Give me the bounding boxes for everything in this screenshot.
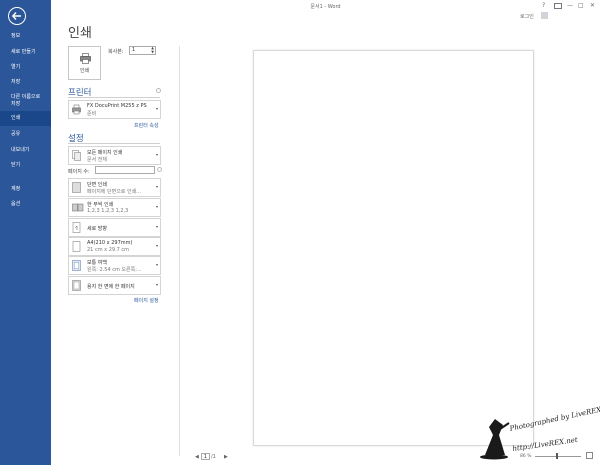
avatar[interactable]: [541, 12, 548, 19]
copies-value: 1: [132, 47, 136, 53]
back-arrow-icon[interactable]: [8, 7, 26, 25]
chevron-down-icon: [156, 154, 158, 156]
chevron-down-icon: [156, 226, 158, 228]
sidebar-item-print[interactable]: 인쇄: [0, 111, 51, 126]
pages-label: 페이지 수:: [68, 169, 90, 175]
sidebar-item-save-as-line2: 저장: [11, 100, 21, 107]
margins-dropdown[interactable]: 보통 여백 왼쪽: 2.54 cm 오른쪽:...: [68, 256, 161, 275]
prev-page-button[interactable]: ◀: [195, 454, 199, 460]
backstage-sidebar: 정보 새로 만들기 열기 저장 다른 이름으로 저장 인쇄 공유 내보내기 닫기…: [0, 0, 51, 465]
portrait-icon: [72, 222, 81, 233]
margins-value: 보통 여백: [87, 260, 107, 266]
sidebar-item-account[interactable]: 계정: [0, 182, 51, 197]
print-range-value: 모든 페이지 인쇄: [87, 150, 123, 156]
print-range-desc: 문서 전체: [87, 157, 107, 163]
pages-input[interactable]: [95, 166, 155, 174]
orientation-value: 세로 방향: [87, 226, 107, 232]
chevron-down-icon: [156, 264, 158, 266]
pages-per-sheet-value: 용지 한 면에 한 페이지: [87, 284, 135, 290]
sidebar-item-export[interactable]: 내보내기: [0, 143, 51, 158]
pages-per-sheet-icon: [72, 280, 81, 291]
sides-desc: 페이지에 단면으로 인쇄...: [87, 189, 141, 195]
paper-size-desc: 21 cm x 29.7 cm: [87, 247, 130, 253]
copies-stepper[interactable]: 1 ▲ ▼: [129, 46, 156, 55]
paper-size-value: A4(210 x 297mm): [87, 240, 133, 246]
sidebar-item-close[interactable]: 닫기: [0, 158, 51, 173]
print-preview-page: [253, 50, 534, 446]
print-button[interactable]: 인쇄: [68, 46, 101, 80]
pages-icon: [72, 150, 81, 161]
chevron-down-icon: [156, 284, 158, 286]
collate-icon: [72, 203, 84, 212]
sidebar-item-new[interactable]: 새로 만들기: [0, 45, 51, 60]
title-bar: 문서1 - Word: [51, 0, 600, 12]
margins-icon: [72, 260, 81, 271]
chevron-down-icon: [156, 108, 158, 110]
chevron-down-icon: [156, 245, 158, 247]
help-button[interactable]: ?: [542, 2, 545, 9]
sides-value: 단면 인쇄: [87, 182, 107, 188]
sidebar-item-share[interactable]: 공유: [0, 127, 51, 142]
page-count: /1: [211, 454, 216, 460]
page-setup-link[interactable]: 페이지 설정: [134, 297, 159, 304]
page-number-input[interactable]: 1: [201, 453, 210, 460]
copies-label: 복사본:: [108, 49, 124, 55]
page-title: 인쇄: [68, 26, 92, 41]
sidebar-item-info[interactable]: 정보: [0, 29, 51, 44]
collate-dropdown[interactable]: 한 부씩 인쇄 1,2,3 1,2,3 1,2,3: [68, 198, 161, 217]
panel-divider: [179, 46, 180, 456]
pages-per-sheet-dropdown[interactable]: 용지 한 면에 한 페이지: [68, 276, 161, 295]
sidebar-item-save[interactable]: 저장: [0, 75, 51, 90]
one-sided-icon: [72, 182, 81, 193]
restore-button[interactable]: □: [578, 2, 584, 9]
login-link[interactable]: 로그인: [520, 13, 534, 20]
sidebar-item-open[interactable]: 열기: [0, 60, 51, 75]
close-button[interactable]: ✕: [590, 2, 595, 9]
orientation-dropdown[interactable]: 세로 방향: [68, 218, 161, 237]
minimize-button[interactable]: —: [567, 2, 573, 9]
printer-name: FX DocuPrint M255 z PS: [87, 103, 147, 109]
printer-properties-link[interactable]: 프린터 속성: [134, 122, 159, 129]
spin-arrows-icon[interactable]: ▲ ▼: [151, 46, 154, 54]
sides-dropdown[interactable]: 단면 인쇄 페이지에 단면으로 인쇄...: [68, 178, 161, 197]
print-range-dropdown[interactable]: 모든 페이지 인쇄 문서 전체: [68, 146, 161, 165]
printer-icon: [72, 104, 81, 115]
printer-icon: [80, 53, 91, 64]
sidebar-item-options[interactable]: 옵션: [0, 197, 51, 212]
sidebar-item-save-as[interactable]: 다른 이름으로 저장: [0, 93, 51, 108]
collate-value: 한 부씩 인쇄: [87, 202, 114, 208]
print-button-label: 인쇄: [79, 68, 90, 74]
next-page-button[interactable]: ▶: [224, 454, 228, 460]
chevron-down-icon: [156, 206, 158, 208]
ribbon-display-icon[interactable]: [554, 3, 562, 9]
settings-section-divider: [68, 143, 160, 144]
paper-icon: [72, 241, 81, 252]
collate-desc: 1,2,3 1,2,3 1,2,3: [87, 208, 129, 214]
printer-status: 준비: [87, 111, 97, 117]
printer-dropdown[interactable]: FX DocuPrint M255 z PS 준비: [68, 100, 161, 119]
window-title: 문서1 - Word: [310, 4, 341, 10]
margins-desc: 왼쪽: 2.54 cm 오른쪽:...: [87, 267, 142, 273]
info-icon[interactable]: [156, 88, 161, 93]
chevron-down-icon: [156, 186, 158, 188]
printer-section-divider: [68, 97, 160, 98]
info-icon[interactable]: [157, 167, 162, 172]
paper-size-dropdown[interactable]: A4(210 x 297mm) 21 cm x 29.7 cm: [68, 237, 161, 256]
